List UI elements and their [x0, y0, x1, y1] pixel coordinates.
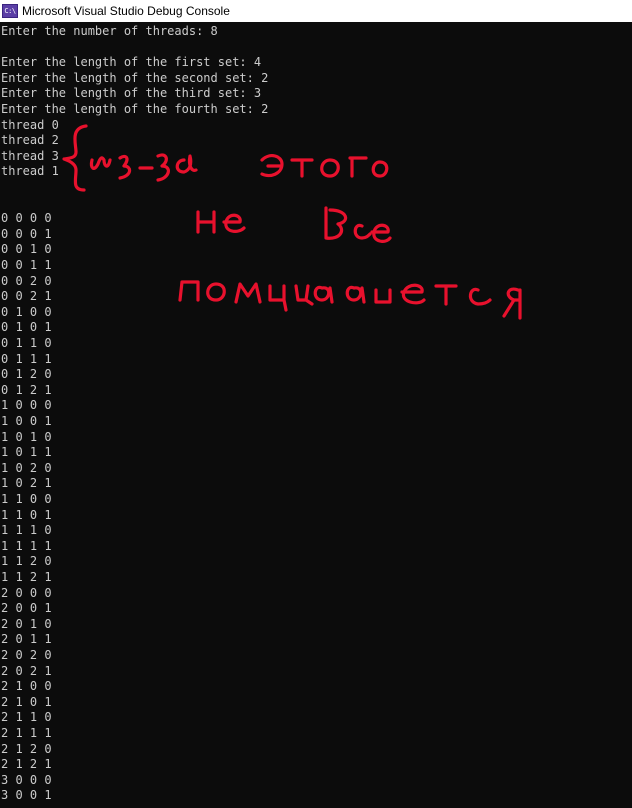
- console-line: 0 0 2 0: [1, 273, 52, 288]
- console-line: Enter the length of the second set: 2: [1, 70, 269, 85]
- console-line: 1 1 1 1: [1, 538, 52, 553]
- console-line: 0 0 1 0: [1, 242, 52, 257]
- console-line: 0 0 0 1: [1, 226, 52, 241]
- console-line: Enter the length of the third set: 3: [1, 86, 262, 101]
- console-line: 0 1 2 0: [1, 367, 52, 382]
- console-line: 0 0 2 1: [1, 289, 52, 304]
- console-line: 2 1 0 0: [1, 679, 52, 694]
- console-line: 1 0 0 1: [1, 414, 52, 428]
- console-line: 1 1 2 1: [1, 570, 52, 584]
- console-line: thread 2: [1, 133, 59, 148]
- console-line: 2 1 1 0: [1, 710, 52, 725]
- console-line: 1 1 0 1: [1, 507, 52, 522]
- console-line: thread 0: [1, 117, 59, 132]
- console-line: 3 0 0 1: [1, 788, 52, 803]
- console-line: Enter the number of threads: 8: [1, 24, 218, 38]
- console-line: 0 0 1 1: [1, 258, 52, 272]
- console-line: 2 0 2 0: [1, 648, 52, 662]
- console-line: thread 3: [1, 148, 59, 163]
- console-line: 1 1 0 0: [1, 492, 52, 506]
- console-line: 2 0 1 0: [1, 616, 52, 631]
- console-line: 1 0 1 1: [1, 445, 52, 460]
- console-line: 2 0 0 1: [1, 601, 52, 616]
- console-app-icon-glyph: C:\: [4, 6, 16, 15]
- console-line: 2 0 1 1: [1, 632, 52, 647]
- console-line: 1 0 2 1: [1, 476, 52, 491]
- console-line: 1 1 1 0: [1, 523, 52, 538]
- console-line: 2 1 1 1: [1, 726, 52, 740]
- console-line: Enter the length of the fourth set: 2: [1, 102, 269, 116]
- console-line: 2 1 2 1: [1, 757, 52, 772]
- console-line: 0 1 0 1: [1, 320, 52, 335]
- console-line: 1 0 0 0: [1, 398, 52, 413]
- console-line: 0 1 2 1: [1, 382, 52, 397]
- console-line: 0 1 0 0: [1, 304, 52, 319]
- console-line: 2 1 2 0: [1, 741, 52, 756]
- console-line: 0 0 0 0: [1, 211, 52, 226]
- console-line: 3 0 0 0: [1, 772, 52, 787]
- console-line: 1 1 2 0: [1, 554, 52, 569]
- console-line: Enter the length of the first set: 4: [1, 55, 262, 70]
- console-line: 2 1 0 1: [1, 694, 52, 709]
- console-line: 0 1 1 0: [1, 336, 52, 350]
- console-line: 2 0 2 1: [1, 663, 52, 678]
- title-bar[interactable]: C:\ Microsoft Visual Studio Debug Consol…: [0, 0, 632, 22]
- window-title: Microsoft Visual Studio Debug Console: [22, 4, 230, 18]
- console-line: 1 0 1 0: [1, 429, 52, 444]
- console-line: thread 1: [1, 164, 59, 179]
- console-line: 2 0 0 0: [1, 585, 52, 600]
- console-line: 1 0 2 0: [1, 460, 52, 475]
- console-output[interactable]: Enter the number of threads: 8 Enter the …: [0, 22, 632, 808]
- console-line: 0 1 1 1: [1, 351, 52, 366]
- console-app-icon: C:\: [2, 4, 18, 18]
